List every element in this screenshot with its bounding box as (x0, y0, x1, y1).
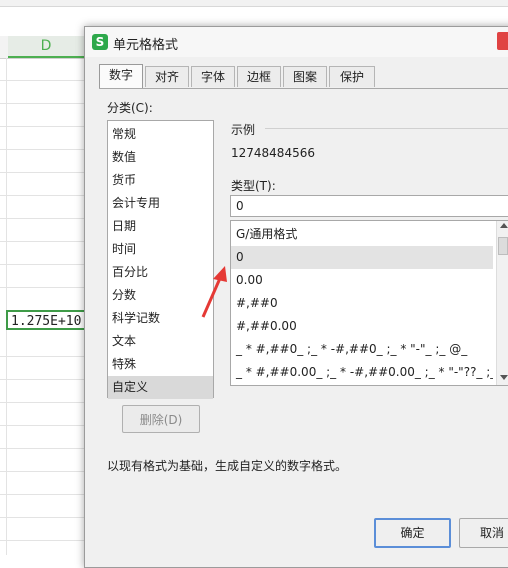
grid-line (0, 241, 84, 242)
red-arrow-icon (201, 266, 227, 318)
app-logo-icon: S (92, 34, 108, 50)
category-label: 分类(C): (107, 101, 153, 115)
active-cell[interactable]: 1.275E+10 (6, 310, 86, 330)
format-item-selected[interactable]: 0 (231, 246, 493, 269)
category-item[interactable]: 文本 (108, 330, 213, 353)
grid-line (0, 126, 84, 127)
scroll-up-arrow-icon[interactable] (500, 223, 508, 228)
dialog-title: 单元格格式 (113, 38, 179, 53)
grid-line (0, 517, 84, 518)
grid-line (0, 264, 84, 265)
tab-protection[interactable]: 保护 (329, 66, 375, 87)
category-item[interactable]: 会计专用 (108, 192, 213, 215)
grid-line (0, 425, 84, 426)
grid-line (0, 80, 84, 81)
type-input[interactable]: 0 (230, 195, 508, 217)
grid-line (6, 58, 7, 555)
sample-value: 12748484566 (231, 146, 315, 160)
scroll-thumb[interactable] (498, 237, 508, 255)
close-button[interactable] (497, 32, 508, 50)
grid-line (0, 195, 84, 196)
delete-button[interactable]: 删除(D) (122, 405, 200, 433)
tab-alignment[interactable]: 对齐 (145, 66, 189, 87)
grid-line (0, 471, 84, 472)
grid-line (0, 402, 84, 403)
grid-line (0, 287, 84, 288)
type-label: 类型(T): (231, 179, 276, 193)
grid-line (0, 149, 84, 150)
category-item[interactable]: 时间 (108, 238, 213, 261)
format-item[interactable]: G/通用格式 (231, 223, 493, 246)
format-cells-dialog: S 单元格格式 数字 对齐 字体 边框 图案 保护 分类(C): 常规 数值 货… (84, 26, 508, 568)
grid-line (0, 379, 84, 380)
column-header-d[interactable]: D (8, 36, 84, 58)
sample-label: 示例 (231, 123, 256, 137)
category-item[interactable]: 货币 (108, 169, 213, 192)
grid-line (0, 103, 84, 104)
format-description: 以现有格式为基础，生成自定义的数字格式。 (107, 459, 348, 473)
category-item[interactable]: 数值 (108, 146, 213, 169)
tab-divider (99, 88, 508, 89)
format-item[interactable]: _ * #,##0_ ;_ * -#,##0_ ;_ * "-"_ ;_ @_ (231, 338, 493, 361)
cancel-button[interactable]: 取消 (459, 518, 508, 548)
grid-line (0, 218, 84, 219)
category-list[interactable]: 常规 数值 货币 会计专用 日期 时间 百分比 分数 科学记数 文本 特殊 自定… (107, 120, 214, 399)
tab-number[interactable]: 数字 (99, 64, 143, 88)
tab-border[interactable]: 边框 (237, 66, 281, 87)
format-item[interactable]: _ * #,##0.00_ ;_ * -#,##0.00_ ;_ * "-"??… (231, 361, 493, 384)
format-item[interactable]: #,##0 (231, 292, 493, 315)
scroll-down-arrow-icon[interactable] (500, 375, 508, 380)
category-item[interactable]: 常规 (108, 123, 213, 146)
format-item[interactable]: 0.00 (231, 269, 493, 292)
category-item[interactable]: 特殊 (108, 353, 213, 376)
format-list[interactable]: G/通用格式 0 0.00 #,##0 #,##0.00 _ * #,##0_ … (230, 220, 508, 386)
format-list-scrollbar[interactable] (496, 221, 508, 385)
grid-line (0, 540, 84, 541)
grid-line (0, 448, 84, 449)
ribbon-edge (0, 0, 508, 7)
format-item[interactable]: #,##0.00 (231, 315, 493, 338)
dialog-titlebar[interactable]: S 单元格格式 (85, 27, 508, 57)
sample-divider (265, 128, 508, 129)
grid-line (0, 172, 84, 173)
ok-button[interactable]: 确定 (374, 518, 451, 548)
grid-line (0, 494, 84, 495)
category-item-selected[interactable]: 自定义 (108, 376, 213, 399)
category-item[interactable]: 日期 (108, 215, 213, 238)
tab-font[interactable]: 字体 (191, 66, 235, 87)
tab-pattern[interactable]: 图案 (283, 66, 327, 87)
grid-line (0, 356, 84, 357)
